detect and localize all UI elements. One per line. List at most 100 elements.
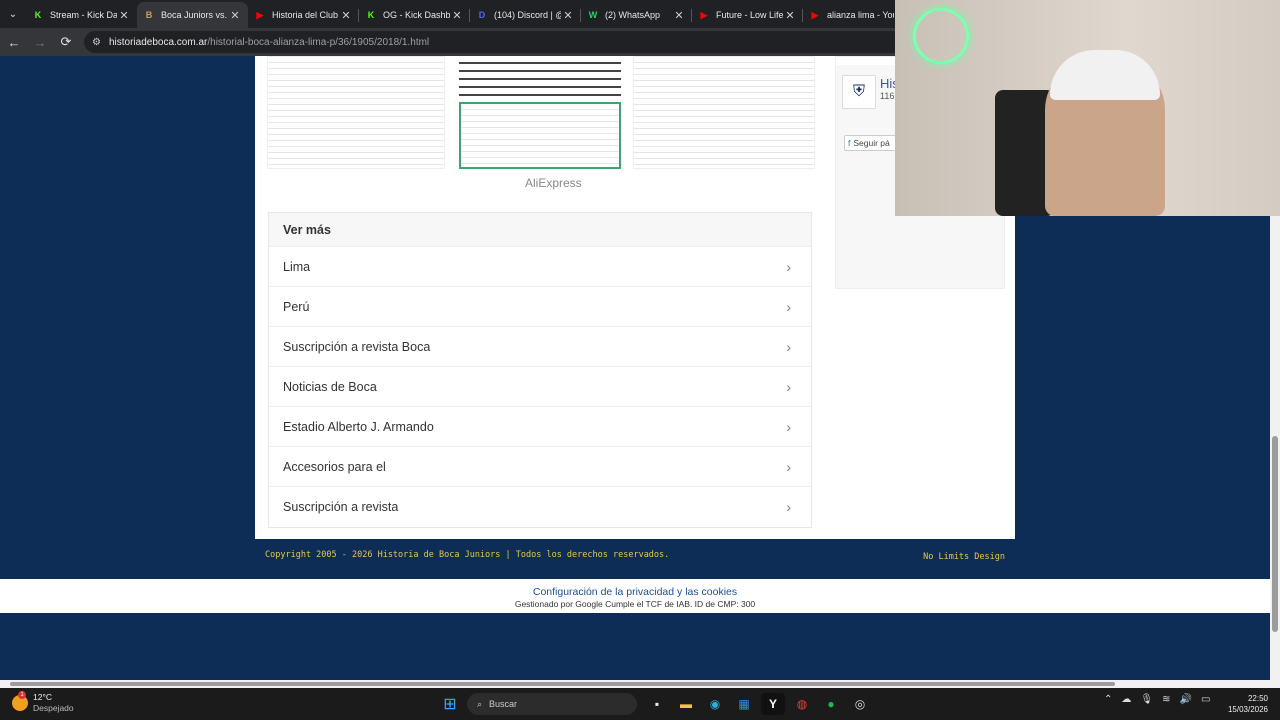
back-arrow-icon[interactable]: ← <box>2 30 26 54</box>
clock-time: 22:50 <box>1247 694 1268 703</box>
url-host: historiadeboca.com.ar <box>108 36 208 48</box>
task-view-icon[interactable]: ▪ <box>645 693 669 715</box>
taskbar-search-label: Buscar <box>489 699 518 709</box>
horizontal-scrollbar[interactable] <box>0 680 1280 688</box>
reload-icon[interactable]: ⟳ <box>54 30 78 54</box>
ad-banner[interactable]: AliExpress <box>267 56 815 190</box>
club-logo[interactable]: ⛨ <box>842 75 876 109</box>
search-icon: ⌕ <box>477 698 483 709</box>
site-footer: Copyright 2005 - 2026 Historia de Boca J… <box>255 539 1015 579</box>
close-icon[interactable]: ✕ <box>117 9 131 22</box>
design-credit[interactable]: No Limits Design <box>923 552 1005 562</box>
url-path: /historial-boca-alianza-lima-p/36/1905/2… <box>207 36 430 48</box>
ver-mas-label: Accesorios para el <box>283 459 386 474</box>
follow-page-button[interactable]: f Seguir pá <box>844 135 902 151</box>
chevron-right-icon: › <box>786 258 791 275</box>
wifi-icon[interactable]: ≋ <box>1162 694 1170 705</box>
browser-tab[interactable]: ▶ Historia del Club Alianza✕ <box>248 2 359 28</box>
close-icon[interactable]: ✕ <box>561 9 575 22</box>
close-icon[interactable]: ✕ <box>783 9 797 22</box>
ver-mas-link[interactable]: Suscripción a revista › <box>269 486 811 526</box>
close-icon[interactable]: ✕ <box>450 9 464 22</box>
cloud-icon[interactable]: ☁ <box>1121 694 1131 705</box>
address-bar[interactable]: ⚙ historiadeboca.com.ar /historial-boca-… <box>84 31 914 53</box>
ver-mas-heading: Ver más <box>269 213 811 246</box>
windows-taskbar: 1 12°C Despejado ⊞ ⌕ Buscar ▪ ▬ ◉ ▦ Y ◍ ●… <box>0 688 1280 720</box>
clock[interactable]: 22:50 15/03/2026 <box>1228 693 1268 715</box>
ad-image-2[interactable] <box>459 102 621 169</box>
vertical-scroll-thumb[interactable] <box>1272 436 1278 632</box>
tab-title: alianza lima - YouTube <box>827 10 894 20</box>
facebook-icon: f <box>848 138 851 148</box>
neon-smiley-icon <box>913 8 969 64</box>
volume-icon[interactable]: 🔊 <box>1179 694 1191 705</box>
copyright-text: Copyright 2005 - 2026 Historia de Boca J… <box>265 550 670 560</box>
close-icon[interactable]: ✕ <box>672 9 686 22</box>
webcam-overlay <box>895 0 1280 216</box>
browser-tab[interactable]: ▶ Future - Low Life ✕ <box>692 2 803 28</box>
tab-favicon-icon: K <box>367 10 375 20</box>
store-icon[interactable]: ▦ <box>732 693 756 715</box>
tray-chevron-icon[interactable]: ⌃ <box>1104 694 1112 705</box>
tab-title: Boca Juniors vs. Alianza <box>161 10 228 20</box>
follow-label: Seguir pá <box>853 138 890 148</box>
ver-mas-link[interactable]: Estadio Alberto J. Armando › <box>269 406 811 446</box>
tab-search-chevron-icon[interactable]: ⌄ <box>0 0 26 28</box>
tab-favicon-icon: K <box>34 10 42 20</box>
ver-mas-link[interactable]: Perú › <box>269 286 811 326</box>
browser-tab[interactable]: D (104) Discord | @ ✕ <box>470 2 581 28</box>
weather-condition: Despejado <box>33 703 74 713</box>
tab-title: (104) Discord | @ <box>494 10 561 20</box>
ver-mas-link[interactable]: Suscripción a revista Boca › <box>269 326 811 366</box>
ad-image-1[interactable] <box>267 56 445 169</box>
weather-widget[interactable]: 1 12°C Despejado <box>12 691 74 714</box>
tab-title: OG - Kick Dashboard <box>383 10 450 20</box>
ver-mas-link[interactable]: Accesorios para el › <box>269 446 811 486</box>
tab-favicon-icon: ▶ <box>811 9 819 20</box>
edge-icon[interactable]: ◉ <box>703 693 727 715</box>
battery-icon[interactable]: ▭ <box>1201 694 1210 705</box>
facebook-followers: 116 <box>880 91 895 101</box>
ver-mas-label: Suscripción a revista Boca <box>283 339 431 354</box>
ver-mas-label: Suscripción a revista <box>283 499 399 514</box>
tab-favicon-icon: B <box>145 10 153 20</box>
horizontal-scroll-thumb[interactable] <box>10 682 1115 686</box>
close-icon[interactable]: ✕ <box>228 9 242 22</box>
browser-tab[interactable]: B Boca Juniors vs. Alianza✕ <box>137 2 248 28</box>
tab-favicon-icon: W <box>588 10 598 20</box>
ver-mas-label: Estadio Alberto J. Armando <box>283 419 434 434</box>
tab-favicon-icon: ▶ <box>700 9 708 20</box>
browser-tab[interactable]: K Stream - Kick Dashboard✕ <box>26 2 137 28</box>
clock-date: 15/03/2026 <box>1227 705 1268 714</box>
forward-arrow-icon[interactable]: → <box>28 30 52 54</box>
microphone-icon[interactable]: 🎙 <box>1140 694 1153 705</box>
obs-icon[interactable]: ◎ <box>848 693 872 715</box>
tab-title: Stream - Kick Dashboard <box>50 10 117 20</box>
chevron-right-icon: › <box>786 418 791 435</box>
ver-mas-link[interactable]: Lima › <box>269 246 811 286</box>
file-explorer-icon[interactable]: ▬ <box>674 693 698 715</box>
taskbar-search[interactable]: ⌕ Buscar <box>467 693 637 715</box>
spotify-icon[interactable]: ● <box>819 693 843 715</box>
ver-mas-panel: Ver más Lima › Perú › Suscripción a revista … <box>268 212 812 528</box>
privacy-settings-link[interactable]: Configuración de la privacidad y las coo… <box>0 586 1270 598</box>
ver-mas-link[interactable]: Noticias de Boca › <box>269 366 811 406</box>
site-info-icon[interactable]: ⚙ <box>92 37 101 48</box>
ad-image-2-top <box>459 56 621 100</box>
start-windows-icon[interactable]: ⊞ <box>438 693 462 715</box>
close-icon[interactable]: ✕ <box>339 9 353 22</box>
browser-tab[interactable]: W (2) WhatsApp ✕ <box>581 2 692 28</box>
ver-mas-label: Perú <box>283 299 310 314</box>
tab-title: (2) WhatsApp <box>605 10 661 20</box>
y-app-icon[interactable]: Y <box>761 693 785 715</box>
chevron-right-icon: › <box>786 378 791 395</box>
ad-image-3[interactable] <box>633 56 815 169</box>
browser-tab[interactable]: K OG - Kick Dashboard✕ <box>359 2 470 28</box>
system-tray: ⌃ ☁ 🎙 ≋ 🔊 ▭ <box>1104 694 1219 705</box>
privacy-consent-bar: Configuración de la privacidad y las coo… <box>0 579 1270 613</box>
tab-favicon-icon: D <box>478 10 486 20</box>
ad-source-label[interactable]: AliExpress <box>525 176 582 190</box>
chrome-icon[interactable]: ◍ <box>790 693 814 715</box>
weather-sun-icon: 1 <box>12 691 28 711</box>
ver-mas-label: Lima <box>283 259 311 274</box>
